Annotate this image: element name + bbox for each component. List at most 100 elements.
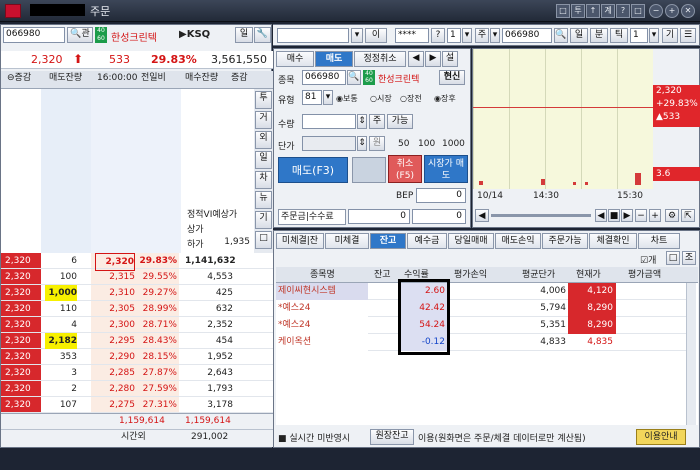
count-input[interactable]: 1 [447,28,461,43]
order-code-input[interactable]: 066980 [302,70,346,85]
window-btn-3[interactable]: ↑ [586,4,600,18]
chevron-down-icon[interactable]: ▾ [323,90,333,105]
prev-icon[interactable]: ◀ [408,51,424,67]
balance-tab[interactable]: 체결확인 [589,233,637,249]
bid-row[interactable]: 2,320 100 2,315 29.55% 4,553 [1,269,273,285]
minute-button[interactable]: 분 [590,28,608,43]
stepper-icon[interactable]: ⇕ [357,136,367,151]
tab-modify-cancel[interactable]: 정정취소 [354,51,406,67]
bid-row[interactable]: 2,320 4 2,300 28.71% 2,352 [1,317,273,333]
zoom-out-icon[interactable]: − [635,209,647,222]
settings-button[interactable]: 설 [442,51,458,67]
query-button[interactable]: 조 [682,251,696,265]
bid-row[interactable]: 2,320 107 2,275 27.31% 3,178 [1,397,273,413]
close-button[interactable]: ✕ [681,4,695,18]
side-btn-chart[interactable]: 차 [255,171,272,189]
day-button[interactable]: 일 [570,28,588,43]
bid-row[interactable]: 2,320 3 2,285 27.87% 2,643 [1,365,273,381]
next-icon[interactable]: ▶ [425,51,441,67]
quick-100[interactable]: 100 [418,139,435,149]
help-button[interactable]: ? [616,4,630,18]
balance-tab[interactable]: 당일매매 [448,233,494,249]
question-icon[interactable]: ? [431,28,445,43]
period-input[interactable]: 1 [630,28,648,43]
radio-normal[interactable]: ◉보통 [336,93,358,104]
stock-tab-button[interactable]: 주 [475,28,489,43]
mode-button[interactable]: 이 [365,28,387,43]
cash-button[interactable]: 현신 [439,70,465,85]
search-icon[interactable]: 🔍 [347,70,361,85]
quick-1000[interactable]: 1000 [442,139,465,149]
bid-row[interactable]: 2,320 2,182 2,295 28.43% 454 [1,333,273,349]
help-guide-button[interactable]: 이용안내 [636,429,686,445]
balance-row[interactable]: *예스24 42.42 5,794 8,290 [276,300,686,317]
side-btn-invest[interactable]: 투 [255,91,272,109]
radio-afterclose[interactable]: ◉장후 [434,93,456,104]
balance-tab[interactable]: 미체결 [325,233,369,249]
available-button[interactable]: 가능 [387,114,413,129]
play-icon[interactable]: ▶ [621,209,633,222]
search-icon[interactable]: 🔍 [554,28,568,43]
qty-input[interactable] [302,114,356,129]
qty-unit-button[interactable]: 주 [369,114,385,129]
chevron-down-icon[interactable]: ▾ [462,28,472,43]
side-btn-daily[interactable]: 일 [255,151,272,169]
chart-code-input[interactable]: 066980 [502,28,552,43]
price-input[interactable] [302,136,356,151]
sell-button[interactable]: 매도(F3) [278,157,348,183]
bid-row[interactable]: 2,320 2 2,280 27.59% 1,793 [1,381,273,397]
password-input[interactable]: **** [395,28,429,43]
balance-tab[interactable]: 주문가능 [542,233,588,249]
chevron-down-icon[interactable]: ▾ [490,28,500,43]
wrench-icon[interactable]: 🔧 [254,27,271,43]
daily-button[interactable]: 일 [235,27,253,43]
bid-row[interactable]: 2,320 6 2,320 29.83% 1,141,632 [1,253,273,271]
balance-tab[interactable]: 잔고 [370,233,406,249]
window-btn-6[interactable]: □ [631,4,645,18]
chevron-down-icon[interactable]: ▾ [649,28,659,43]
market-sell-button[interactable]: 시장가 매도 [424,155,468,183]
bid-row[interactable]: 2,320 1,000 2,310 29.27% 425 [1,285,273,301]
list-icon[interactable]: ☰ [680,28,696,43]
time-scrollbar[interactable] [491,214,591,217]
balance-tab[interactable]: 예수금 [407,233,447,249]
side-btn-other[interactable]: 기 [255,211,272,229]
cancel-button[interactable]: 취소(F5) [388,155,422,183]
side-btn-news[interactable]: 뉴 [255,191,272,209]
price-unit-button[interactable]: 원 [369,136,385,151]
spare-button[interactable] [352,157,386,183]
account-input[interactable] [277,28,349,43]
balance-tab[interactable]: 차트 [638,233,680,249]
tools-icon[interactable]: ⚙ [665,209,679,222]
bid-row[interactable]: 2,320 110 2,305 28.99% 632 [1,301,273,317]
side-btn-foreign[interactable]: 외 [255,131,272,149]
side-btn-trade[interactable]: 거 [255,111,272,129]
quick-50[interactable]: 50 [398,139,409,149]
scroll-left-icon[interactable]: ◀ [475,209,489,222]
search-icon[interactable]: 🔍관 [67,27,93,43]
prev-icon[interactable]: ◀ [595,209,607,222]
chart-options-button[interactable]: 기 [662,28,678,43]
ledger-balance-button[interactable]: 원장잔고 [370,429,414,445]
balance-tab[interactable]: 미체결|잔 [276,233,324,249]
stepper-icon[interactable]: ⇕ [357,114,367,129]
minimize-button[interactable]: − [649,4,663,18]
scrollbar[interactable] [686,283,696,425]
side-btn-box[interactable]: □ [255,231,272,249]
radio-market[interactable]: ○시장 [370,93,392,104]
expand-icon[interactable]: ⇱ [681,209,695,222]
balance-row[interactable]: 케이옥션 -0.12 4,833 4,835 [276,334,686,351]
stop-icon[interactable]: ■ [608,209,620,222]
market-label[interactable]: ▶KSQ [179,29,210,40]
balance-row[interactable]: *예스24 54.24 5,351 8,290 [276,317,686,334]
tab-sell[interactable]: 매도 [315,51,353,67]
chevron-down-icon[interactable]: ▾ [351,28,363,43]
window-btn-2[interactable]: 투 [571,4,585,18]
checkbox-detail[interactable]: ☑개 [640,253,656,266]
code-input[interactable]: 066980 [3,27,65,43]
tick-button[interactable]: 틱 [610,28,628,43]
window-btn-1[interactable]: □ [556,4,570,18]
maximize-button[interactable]: + [665,4,679,18]
balance-row[interactable]: 제이씨현시스템 2.60 4,006 4,120 [276,283,686,300]
balance-tab[interactable]: 매도손익 [495,233,541,249]
